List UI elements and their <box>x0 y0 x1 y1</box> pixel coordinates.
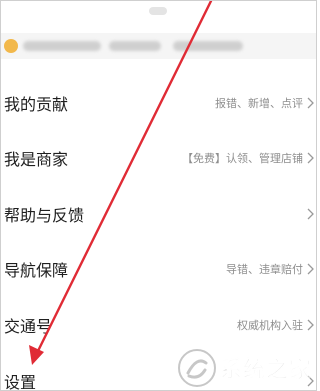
menu-item-label: 我的贡献 <box>4 95 69 114</box>
menu-item-merchant[interactable]: 我是商家 【免费】认领、管理店铺 <box>1 138 316 178</box>
banner-blurred-text <box>23 41 101 51</box>
chevron-right-icon <box>307 152 314 164</box>
top-status-strip <box>1 1 316 33</box>
menu-item-hint: 权威机构入驻 <box>237 319 303 332</box>
menu-item-right: 【免费】认领、管理店铺 <box>182 150 314 166</box>
menu-item-label: 导航保障 <box>4 261 69 280</box>
top-handle-indicator <box>149 7 167 15</box>
menu-item-hint: 报错、新增、点评 <box>215 97 303 110</box>
menu-item-help-feedback[interactable]: 帮助与反馈 <box>1 194 316 234</box>
watermark-text: 系统之家 <box>219 358 312 384</box>
chevron-right-icon <box>307 208 314 220</box>
menu-item-navigation-guarantee[interactable]: 导航保障 导错、违章赔付 <box>1 249 316 289</box>
menu-item-right: 权威机构入驻 <box>237 317 314 333</box>
screenshot-frame: 我的贡献 报错、新增、点评 我是商家 【免费】认领、管理店铺 帮助与反馈 导航保… <box>0 0 317 391</box>
menu-item-right <box>303 208 314 220</box>
banner-blurred-text <box>173 41 243 51</box>
menu-item-hint: 导错、违章赔付 <box>226 263 303 276</box>
system-home-logo-icon <box>177 349 216 387</box>
chevron-right-icon <box>307 97 314 109</box>
banner-blurred-text <box>109 41 161 51</box>
menu-item-label: 设置 <box>4 373 37 391</box>
menu-item-my-contribution[interactable]: 我的贡献 报错、新增、点评 <box>1 83 316 123</box>
chevron-right-icon <box>307 263 314 275</box>
chevron-right-icon <box>307 319 314 331</box>
banner-badge-icon <box>4 39 18 53</box>
menu-item-traffic-account[interactable]: 交通号 权威机构入驻 <box>1 305 316 345</box>
menu-item-hint: 【免费】认领、管理店铺 <box>182 152 303 165</box>
menu-item-label: 我是商家 <box>4 150 69 169</box>
menu-item-right: 报错、新增、点评 <box>215 95 314 111</box>
menu-item-label: 交通号 <box>4 317 53 336</box>
menu-item-right: 导错、违章赔付 <box>226 261 314 277</box>
blurred-notice-banner[interactable] <box>1 33 316 59</box>
watermark: 系统之家 <box>177 348 312 388</box>
menu-item-label: 帮助与反馈 <box>4 206 85 225</box>
